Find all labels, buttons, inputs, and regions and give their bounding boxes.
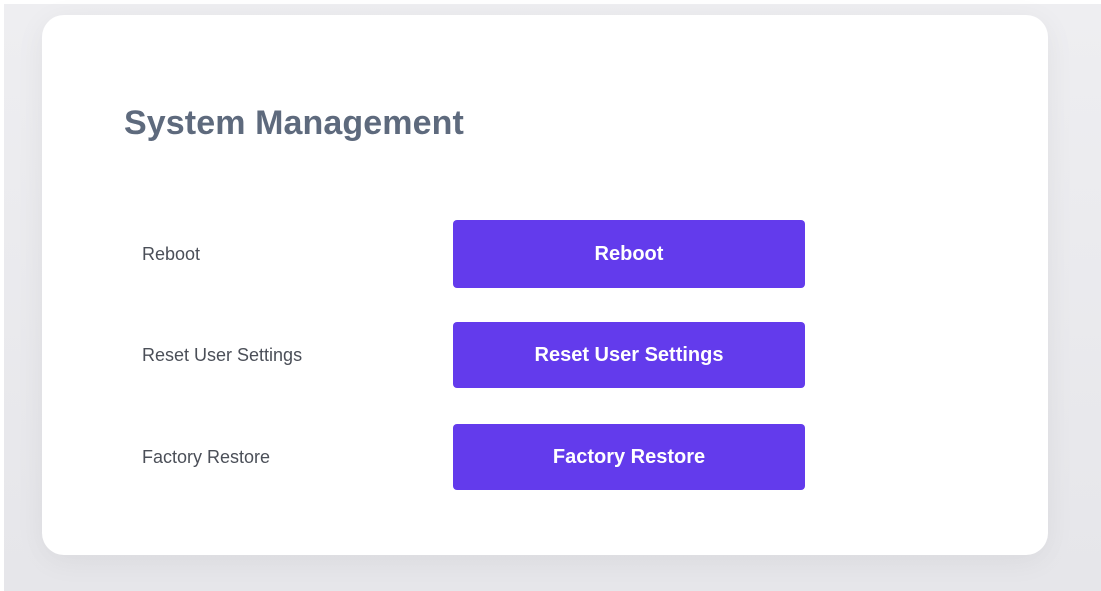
reboot-label: Reboot: [142, 244, 201, 264]
reboot-row: Reboot Reboot: [42, 220, 1048, 288]
reset-user-settings-button[interactable]: Reset User Settings: [453, 322, 805, 388]
reset-user-settings-label: Reset User Settings: [142, 345, 303, 365]
system-management-panel: System Management Reboot Reboot Reset Us…: [42, 15, 1048, 555]
page-title: System Management: [124, 104, 464, 142]
factory-restore-row: Factory Restore Factory Restore: [42, 424, 1048, 490]
reboot-button[interactable]: Reboot: [453, 220, 805, 288]
factory-restore-button[interactable]: Factory Restore: [453, 424, 805, 490]
reset-user-settings-row: Reset User Settings Reset User Settings: [42, 322, 1048, 388]
factory-restore-label: Factory Restore: [142, 447, 271, 467]
